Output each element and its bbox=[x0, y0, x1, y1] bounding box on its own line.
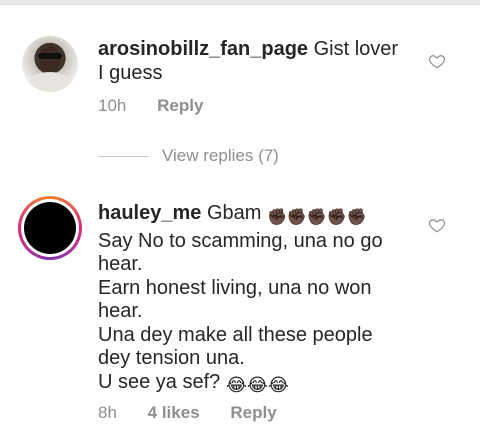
comment-line: Earn honest living, una no won bbox=[98, 276, 372, 299]
avatar-face bbox=[39, 46, 61, 72]
avatar[interactable] bbox=[22, 36, 78, 92]
comment-line: hear. bbox=[98, 253, 143, 275]
comment-meta: 10h Reply bbox=[98, 96, 229, 116]
avatar-glasses bbox=[38, 53, 62, 59]
reply-button[interactable]: Reply bbox=[157, 96, 203, 115]
view-replies-line bbox=[98, 155, 148, 157]
view-replies-button[interactable]: View replies (7) bbox=[98, 146, 279, 166]
comment-line: Say No to scamming, una no go bbox=[98, 229, 383, 252]
heart-outline-icon[interactable] bbox=[428, 52, 446, 70]
comment-line: Gbam bbox=[206, 202, 262, 224]
timestamp: 10h bbox=[98, 96, 127, 115]
comment-text: arosinobillz_fan_page Gist lover I guess bbox=[98, 38, 408, 85]
comment-text: hauley_me Gbam ✊🏿✊🏿✊🏿✊🏿✊🏿 Say No to scam… bbox=[98, 202, 408, 397]
view-replies-label: View replies (7) bbox=[162, 146, 279, 165]
username[interactable]: hauley_me bbox=[98, 202, 201, 224]
laughing-emoji: 😂😂😂 bbox=[225, 374, 289, 395]
comment-line: hear. bbox=[98, 300, 143, 322]
comment-line: dey tension una. bbox=[98, 347, 245, 369]
reply-button[interactable]: Reply bbox=[230, 403, 276, 422]
username[interactable]: arosinobillz_fan_page bbox=[98, 38, 308, 60]
comment-line: U see ya sef? bbox=[98, 370, 221, 393]
comment-line: Una dey make all these people bbox=[98, 323, 373, 346]
top-divider bbox=[0, 0, 480, 5]
heart-outline-icon[interactable] bbox=[428, 216, 446, 234]
avatar-story-ring[interactable] bbox=[18, 196, 82, 260]
fist-emoji: ✊🏿✊🏿✊🏿✊🏿✊🏿 bbox=[266, 209, 367, 226]
comment-meta: 8h 4 likes Reply bbox=[98, 403, 303, 423]
likes-count[interactable]: 4 likes bbox=[148, 403, 200, 422]
avatar bbox=[24, 202, 76, 254]
timestamp: 8h bbox=[98, 403, 117, 422]
avatar-body bbox=[28, 72, 72, 92]
